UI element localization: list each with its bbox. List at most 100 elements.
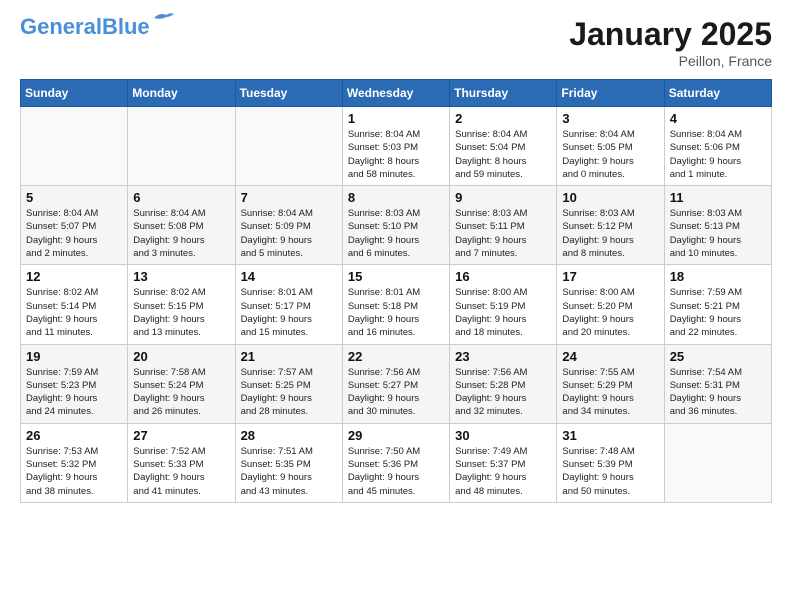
- calendar-cell: 7Sunrise: 8:04 AMSunset: 5:09 PMDaylight…: [235, 186, 342, 265]
- calendar-cell: 5 Sunrise: 8:04 AMSunset: 5:07 PMDaylight…: [21, 186, 128, 265]
- day-info: Sunrise: 8:02 AMSunset: 5:15 PMDaylight:…: [133, 286, 229, 339]
- title-block: January 2025 Peillon, France: [569, 16, 772, 69]
- calendar-header-row: SundayMondayTuesdayWednesdayThursdayFrid…: [21, 80, 772, 107]
- calendar-cell: 10 Sunrise: 8:03 AMSunset: 5:12 PMDayligh…: [557, 186, 664, 265]
- calendar-cell: 11Sunrise: 8:03 AMSunset: 5:13 PMDayligh…: [664, 186, 771, 265]
- day-number: 28: [241, 428, 337, 443]
- calendar-cell: 29 Sunrise: 7:50 AMSunset: 5:36 PMDayligh…: [342, 423, 449, 502]
- weekday-header-monday: Monday: [128, 80, 235, 107]
- day-info: Sunrise: 7:48 AMSunset: 5:39 PMDaylight:…: [562, 445, 658, 498]
- day-info: Sunrise: 7:58 AMSunset: 5:24 PMDaylight:…: [133, 366, 229, 419]
- day-number: 23: [455, 349, 551, 364]
- day-number: 1: [348, 111, 444, 126]
- day-number: 2: [455, 111, 551, 126]
- day-number: 11: [670, 190, 766, 205]
- day-number: 8: [348, 190, 444, 205]
- calendar-cell: 23 Sunrise: 7:56 AMSunset: 5:28 PMDayligh…: [450, 344, 557, 423]
- calendar-cell: 13 Sunrise: 8:02 AMSunset: 5:15 PMDayligh…: [128, 265, 235, 344]
- weekday-header-sunday: Sunday: [21, 80, 128, 107]
- calendar-cell: 28 Sunrise: 7:51 AMSunset: 5:35 PMDayligh…: [235, 423, 342, 502]
- day-info: Sunrise: 8:04 AMSunset: 5:07 PMDaylight:…: [26, 207, 122, 260]
- day-number: 22: [348, 349, 444, 364]
- day-info: Sunrise: 7:51 AMSunset: 5:35 PMDaylight:…: [241, 445, 337, 498]
- calendar-cell: 18 Sunrise: 7:59 AMSunset: 5:21 PMDayligh…: [664, 265, 771, 344]
- day-number: 30: [455, 428, 551, 443]
- calendar-week-row: 12Sunrise: 8:02 AMSunset: 5:14 PMDayligh…: [21, 265, 772, 344]
- day-number: 13: [133, 269, 229, 284]
- day-number: 29: [348, 428, 444, 443]
- day-number: 6: [133, 190, 229, 205]
- calendar-cell: 14Sunrise: 8:01 AMSunset: 5:17 PMDayligh…: [235, 265, 342, 344]
- weekday-header-thursday: Thursday: [450, 80, 557, 107]
- day-number: 19: [26, 349, 122, 364]
- day-info: Sunrise: 7:53 AMSunset: 5:32 PMDaylight:…: [26, 445, 122, 498]
- day-info: Sunrise: 8:04 AMSunset: 5:04 PMDaylight:…: [455, 128, 551, 181]
- day-info: Sunrise: 7:50 AMSunset: 5:36 PMDaylight:…: [348, 445, 444, 498]
- day-number: 21: [241, 349, 337, 364]
- day-number: 9: [455, 190, 551, 205]
- logo: GeneralBlue: [20, 16, 174, 38]
- day-number: 10: [562, 190, 658, 205]
- day-number: 15: [348, 269, 444, 284]
- calendar-cell: 30 Sunrise: 7:49 AMSunset: 5:37 PMDayligh…: [450, 423, 557, 502]
- day-number: 24: [562, 349, 658, 364]
- day-info: Sunrise: 7:57 AMSunset: 5:25 PMDaylight:…: [241, 366, 337, 419]
- logo-bird-icon: [152, 10, 174, 26]
- weekday-header-friday: Friday: [557, 80, 664, 107]
- day-number: 14: [241, 269, 337, 284]
- location-subtitle: Peillon, France: [569, 53, 772, 69]
- day-info: Sunrise: 8:02 AMSunset: 5:14 PMDaylight:…: [26, 286, 122, 339]
- calendar-week-row: 19 Sunrise: 7:59 AMSunset: 5:23 PMDayligh…: [21, 344, 772, 423]
- day-info: Sunrise: 8:03 AMSunset: 5:10 PMDaylight:…: [348, 207, 444, 260]
- logo-text: GeneralBlue: [20, 16, 150, 38]
- day-number: 4: [670, 111, 766, 126]
- calendar-cell: 2 Sunrise: 8:04 AMSunset: 5:04 PMDaylight…: [450, 107, 557, 186]
- day-number: 18: [670, 269, 766, 284]
- calendar-cell: 17Sunrise: 8:00 AMSunset: 5:20 PMDayligh…: [557, 265, 664, 344]
- day-number: 31: [562, 428, 658, 443]
- calendar-cell: [664, 423, 771, 502]
- day-info: Sunrise: 8:03 AMSunset: 5:12 PMDaylight:…: [562, 207, 658, 260]
- calendar-cell: 4 Sunrise: 8:04 AMSunset: 5:06 PMDaylight…: [664, 107, 771, 186]
- page-container: GeneralBlue January 2025 Peillon, France…: [0, 0, 792, 513]
- calendar-cell: 6 Sunrise: 8:04 AMSunset: 5:08 PMDaylight…: [128, 186, 235, 265]
- day-info: Sunrise: 8:04 AMSunset: 5:06 PMDaylight:…: [670, 128, 766, 181]
- calendar-week-row: 26Sunrise: 7:53 AMSunset: 5:32 PMDayligh…: [21, 423, 772, 502]
- calendar-cell: 20 Sunrise: 7:58 AMSunset: 5:24 PMDayligh…: [128, 344, 235, 423]
- day-info: Sunrise: 8:04 AMSunset: 5:05 PMDaylight:…: [562, 128, 658, 181]
- day-info: Sunrise: 7:49 AMSunset: 5:37 PMDaylight:…: [455, 445, 551, 498]
- calendar-cell: 19 Sunrise: 7:59 AMSunset: 5:23 PMDayligh…: [21, 344, 128, 423]
- day-number: 5: [26, 190, 122, 205]
- day-info: Sunrise: 7:52 AMSunset: 5:33 PMDaylight:…: [133, 445, 229, 498]
- day-info: Sunrise: 8:04 AMSunset: 5:03 PMDaylight:…: [348, 128, 444, 181]
- day-number: 27: [133, 428, 229, 443]
- calendar-cell: 12Sunrise: 8:02 AMSunset: 5:14 PMDayligh…: [21, 265, 128, 344]
- logo-general: General: [20, 14, 102, 39]
- day-info: Sunrise: 8:04 AMSunset: 5:09 PMDaylight:…: [241, 207, 337, 260]
- calendar-week-row: 1 Sunrise: 8:04 AMSunset: 5:03 PMDaylight…: [21, 107, 772, 186]
- day-number: 16: [455, 269, 551, 284]
- calendar-cell: 8 Sunrise: 8:03 AMSunset: 5:10 PMDaylight…: [342, 186, 449, 265]
- calendar-cell: 31 Sunrise: 7:48 AMSunset: 5:39 PMDayligh…: [557, 423, 664, 502]
- calendar-cell: [235, 107, 342, 186]
- logo-blue: Blue: [102, 14, 150, 39]
- calendar-cell: 21 Sunrise: 7:57 AMSunset: 5:25 PMDayligh…: [235, 344, 342, 423]
- calendar-cell: 27 Sunrise: 7:52 AMSunset: 5:33 PMDayligh…: [128, 423, 235, 502]
- calendar-cell: 22Sunrise: 7:56 AMSunset: 5:27 PMDayligh…: [342, 344, 449, 423]
- day-number: 20: [133, 349, 229, 364]
- day-info: Sunrise: 8:00 AMSunset: 5:20 PMDaylight:…: [562, 286, 658, 339]
- calendar-cell: 3Sunrise: 8:04 AMSunset: 5:05 PMDaylight…: [557, 107, 664, 186]
- header: GeneralBlue January 2025 Peillon, France: [20, 16, 772, 69]
- weekday-header-wednesday: Wednesday: [342, 80, 449, 107]
- day-info: Sunrise: 8:04 AMSunset: 5:08 PMDaylight:…: [133, 207, 229, 260]
- day-info: Sunrise: 7:56 AMSunset: 5:28 PMDaylight:…: [455, 366, 551, 419]
- day-info: Sunrise: 7:54 AMSunset: 5:31 PMDaylight:…: [670, 366, 766, 419]
- day-info: Sunrise: 7:59 AMSunset: 5:21 PMDaylight:…: [670, 286, 766, 339]
- calendar-cell: 26Sunrise: 7:53 AMSunset: 5:32 PMDayligh…: [21, 423, 128, 502]
- calendar-cell: [21, 107, 128, 186]
- calendar-week-row: 5 Sunrise: 8:04 AMSunset: 5:07 PMDaylight…: [21, 186, 772, 265]
- day-info: Sunrise: 7:59 AMSunset: 5:23 PMDaylight:…: [26, 366, 122, 419]
- calendar-cell: 1 Sunrise: 8:04 AMSunset: 5:03 PMDaylight…: [342, 107, 449, 186]
- day-info: Sunrise: 8:00 AMSunset: 5:19 PMDaylight:…: [455, 286, 551, 339]
- calendar-cell: 25Sunrise: 7:54 AMSunset: 5:31 PMDayligh…: [664, 344, 771, 423]
